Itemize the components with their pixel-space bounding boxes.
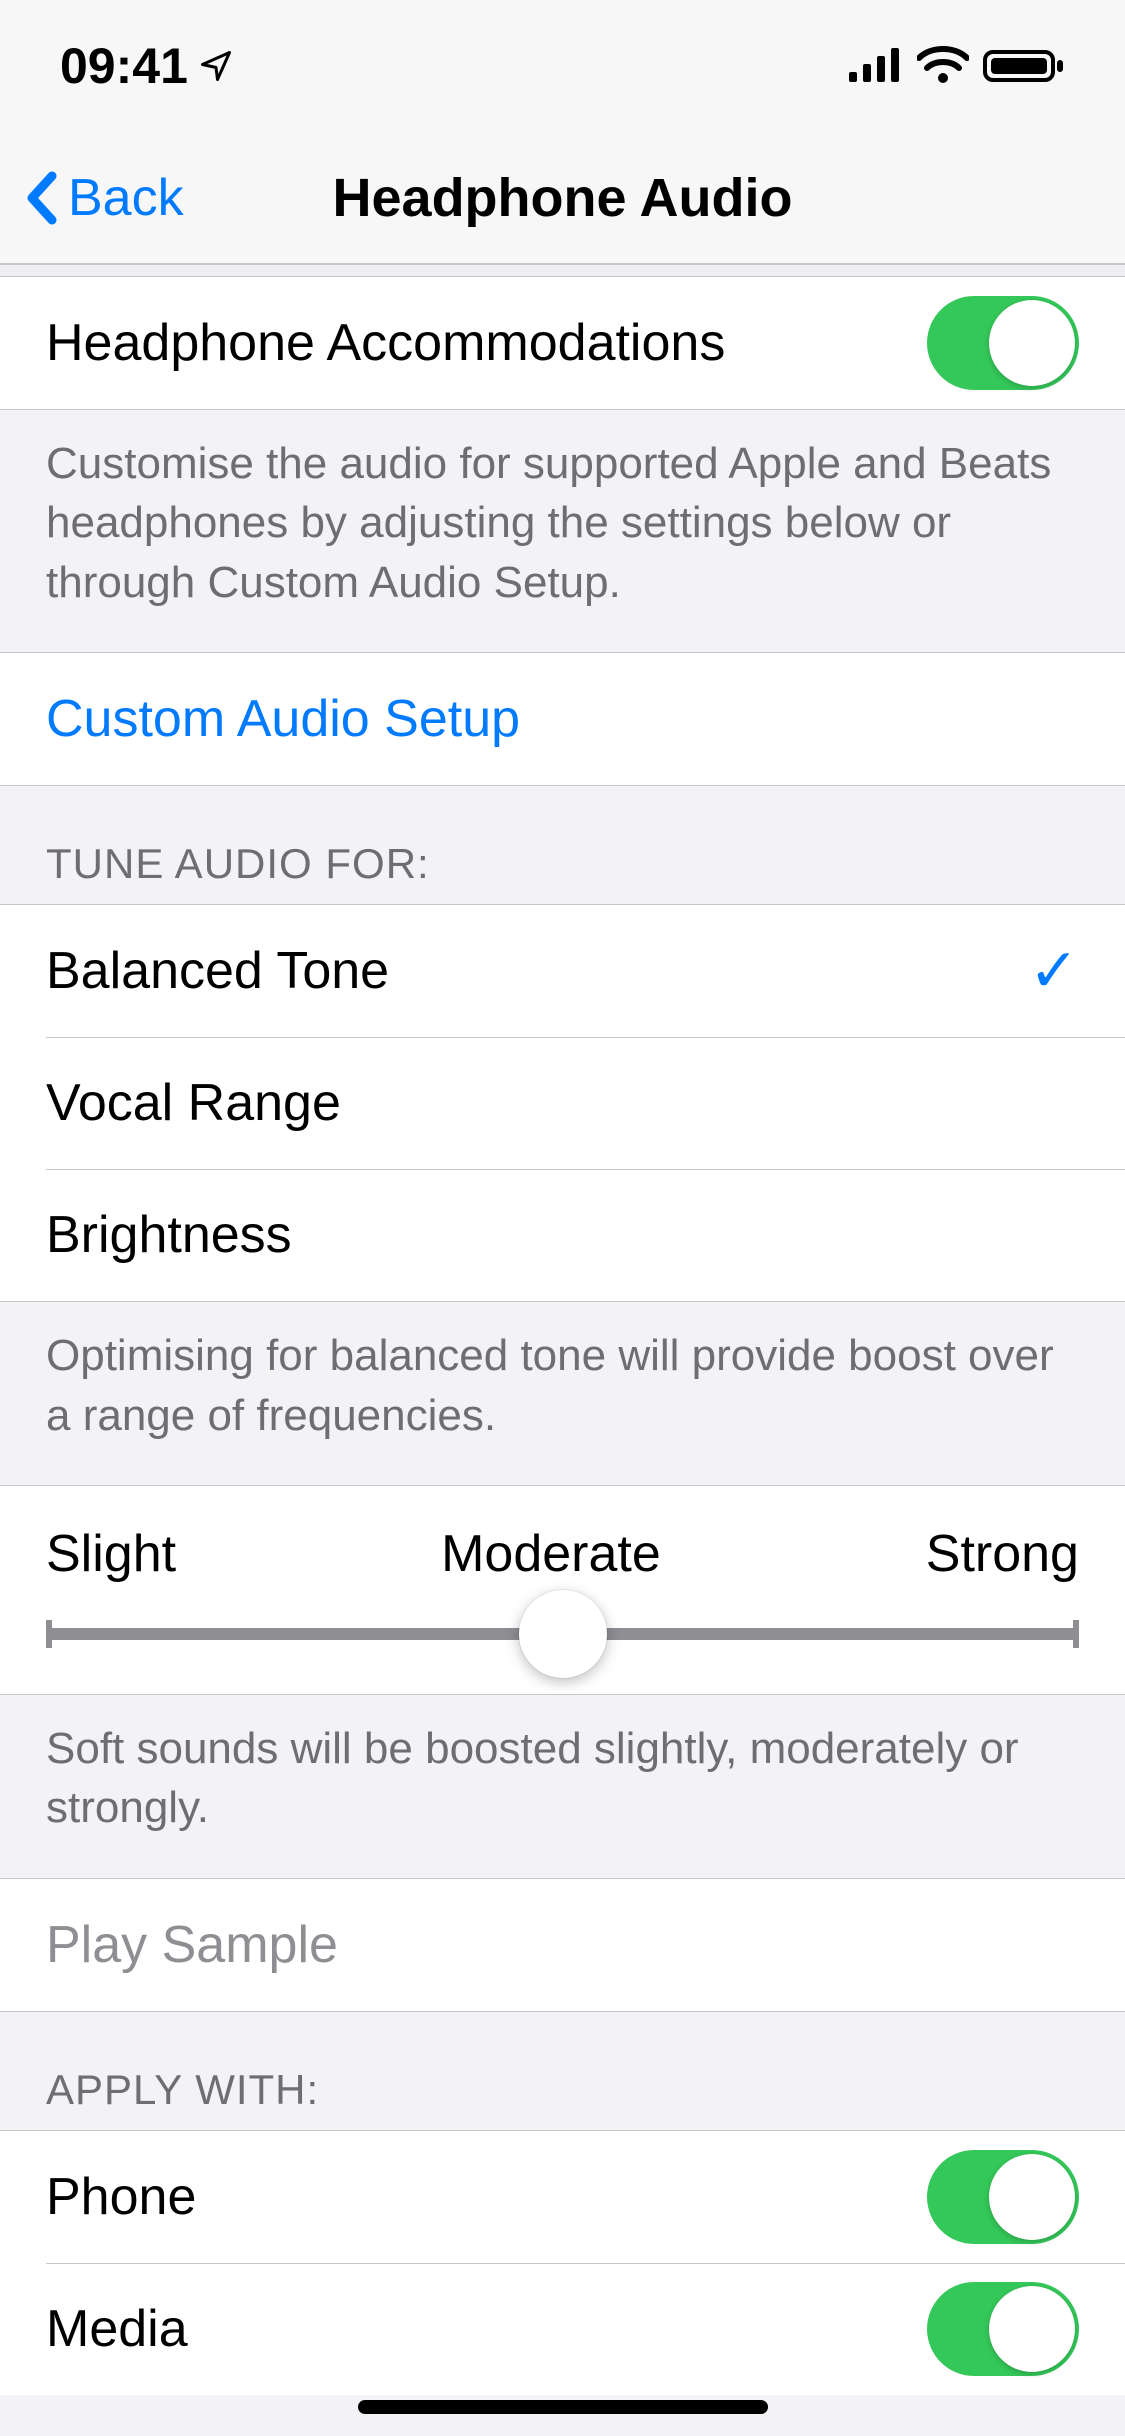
row-apply-phone[interactable]: Phone: [0, 2131, 1125, 2263]
slider-label-left: Slight: [46, 1524, 176, 1584]
intensity-slider[interactable]: [46, 1628, 1079, 1640]
chevron-left-icon: [24, 170, 60, 226]
row-brightness[interactable]: Brightness: [0, 1169, 1125, 1301]
play-sample-label: Play Sample: [46, 1915, 1079, 1975]
option-label: Vocal Range: [46, 1073, 1079, 1133]
toggle-apply-phone[interactable]: [927, 2150, 1079, 2244]
slider-label-right: Strong: [926, 1524, 1079, 1584]
checkmark-icon: ✓: [1029, 936, 1079, 1006]
back-button[interactable]: Back: [0, 168, 184, 228]
page-title: Headphone Audio: [333, 167, 793, 229]
status-time: 09:41: [60, 37, 188, 95]
toggle-apply-media[interactable]: [927, 2282, 1079, 2376]
battery-icon: [983, 46, 1065, 86]
slider-cell: Slight Moderate Strong: [0, 1486, 1125, 1694]
row-label: Headphone Accommodations: [46, 313, 927, 373]
slider-thumb[interactable]: [519, 1590, 607, 1678]
header-tune-audio: TUNE AUDIO FOR:: [0, 786, 1125, 904]
status-bar: 09:41: [0, 0, 1125, 132]
cellular-icon: [847, 48, 903, 84]
status-time-area: 09:41: [60, 37, 234, 95]
slider-label-mid: Moderate: [441, 1524, 661, 1584]
wifi-icon: [917, 46, 969, 86]
option-label: Balanced Tone: [46, 941, 1029, 1001]
row-headphone-accommodations[interactable]: Headphone Accommodations: [0, 277, 1125, 409]
home-indicator[interactable]: [358, 2400, 768, 2414]
row-play-sample[interactable]: Play Sample: [0, 1879, 1125, 2011]
row-label: Phone: [46, 2167, 927, 2227]
custom-audio-setup-link: Custom Audio Setup: [46, 689, 520, 749]
header-apply-with: APPLY WITH:: [0, 2012, 1125, 2130]
status-right: [847, 46, 1065, 86]
row-vocal-range[interactable]: Vocal Range: [0, 1037, 1125, 1169]
footer-slider: Soft sounds will be boosted slightly, mo…: [0, 1695, 1125, 1878]
slider-labels: Slight Moderate Strong: [46, 1524, 1079, 1584]
toggle-headphone-accommodations[interactable]: [927, 296, 1079, 390]
nav-bar: Back Headphone Audio: [0, 132, 1125, 264]
footer-accommodations: Customise the audio for supported Apple …: [0, 410, 1125, 652]
row-apply-media[interactable]: Media: [0, 2263, 1125, 2395]
row-label: Media: [46, 2299, 927, 2359]
row-balanced-tone[interactable]: Balanced Tone ✓: [0, 905, 1125, 1037]
option-label: Brightness: [46, 1205, 1079, 1265]
row-custom-audio-setup[interactable]: Custom Audio Setup: [0, 653, 1125, 785]
footer-tune: Optimising for balanced tone will provid…: [0, 1302, 1125, 1485]
location-icon: [198, 48, 234, 84]
back-label: Back: [68, 168, 184, 228]
